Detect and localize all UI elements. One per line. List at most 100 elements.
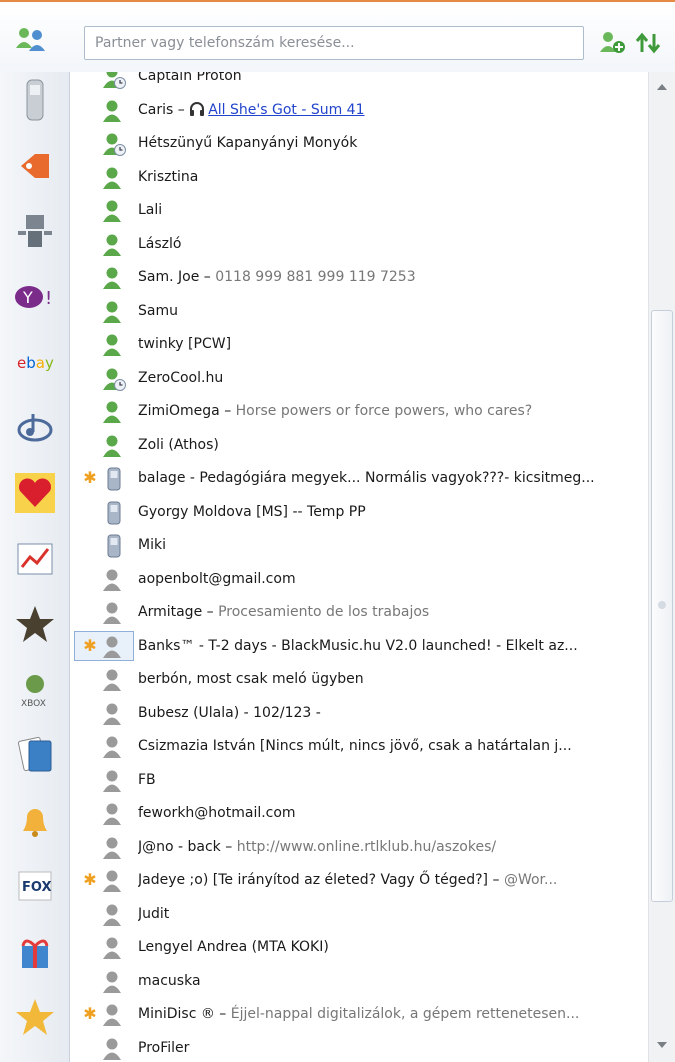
contact-name: Lengyel Andrea (MTA KOKI) (138, 939, 329, 955)
status-message: @Wor... (503, 872, 558, 888)
scrollbar[interactable] (648, 72, 675, 1062)
chart-sidebar-button[interactable] (10, 536, 60, 586)
scroll-up-arrow-icon[interactable] (653, 78, 671, 96)
contact-name: Banks™ - T-2 days - BlackMusic.hu V2.0 l… (138, 637, 578, 654)
robot-sidebar-button[interactable] (10, 208, 60, 258)
contact-row[interactable]: twinky [PCW] (70, 328, 648, 361)
contact-row[interactable]: aopenbolt@gmail.com (70, 563, 648, 596)
online-contact-icon (102, 233, 126, 257)
contact-row[interactable]: Bubesz (Ulala) - 102/123 - (70, 697, 648, 730)
contact-row[interactable]: berbón, most csak meló ügyben (70, 663, 648, 696)
contact-row[interactable]: J@no - back – http://www.online.rtlklub.… (70, 831, 648, 864)
ebay-sidebar-button[interactable]: ebay (10, 339, 60, 389)
contact-name: balage - Pedagógiára megyek... Normális … (138, 470, 595, 486)
contact-row[interactable]: feworkh@hotmail.com (70, 797, 648, 830)
phone-sidebar-button[interactable] (10, 77, 60, 127)
contact-text: Banks™ - T-2 days - BlackMusic.hu V2.0 l… (138, 630, 643, 663)
scroll-thumb[interactable] (651, 310, 673, 902)
contact-row[interactable]: Krisztina (70, 161, 648, 194)
scroll-grip (658, 601, 666, 609)
online-contact-icon (102, 266, 126, 290)
contact-text: Lali (138, 194, 643, 227)
offline-contact-icon (102, 635, 126, 659)
online-contact-icon (102, 199, 126, 223)
bell-sidebar-button[interactable] (10, 798, 60, 848)
contact-text: balage - Pedagógiára megyek... Normális … (138, 462, 643, 495)
offline-contact-icon (102, 1037, 126, 1061)
offline-contact-icon (102, 802, 126, 826)
contacts-icon[interactable] (14, 26, 48, 52)
offline-contact-icon (102, 970, 126, 994)
fox-sidebar-button[interactable]: FOX (10, 863, 60, 913)
cards-sidebar-button[interactable] (10, 732, 60, 782)
gift-sidebar-button[interactable] (10, 929, 60, 979)
contact-name: J@no - back (138, 838, 221, 855)
contact-row[interactable]: Sam. Joe – 0118 999 881 999 119 7253 (70, 261, 648, 294)
contact-row[interactable]: Caris – All She's Got - Sum 41 (70, 94, 648, 127)
svg-text:ebay: ebay (17, 354, 54, 372)
contact-row[interactable]: Miki (70, 529, 648, 562)
contact-name: aopenbolt@gmail.com (138, 570, 296, 587)
contact-name: Caris (138, 101, 174, 118)
offline-contact-icon (102, 735, 126, 759)
shop-tag-sidebar-button[interactable] (10, 143, 60, 193)
yahoo-sidebar-button[interactable]: Y! (10, 274, 60, 324)
contact-row[interactable]: ProFiler (70, 1032, 648, 1062)
status-message: http://www.online.rtlklub.hu/aszokes/ (236, 838, 497, 855)
robot-icon (15, 209, 55, 257)
contact-name: Bubesz (Ulala) - 102/123 - (138, 704, 321, 721)
contact-row[interactable]: ✱ balage - Pedagógiára megyek... Normális… (70, 462, 648, 495)
contact-list: Captain Proton Caris – All She's Got - Su… (70, 72, 648, 1062)
music-sidebar-button[interactable] (10, 405, 60, 455)
contact-row[interactable]: Captain Proton (70, 72, 648, 93)
contact-name: Judit (138, 905, 170, 922)
sidebar: Y! ebay XBOX FOX (0, 72, 70, 1062)
contact-row[interactable]: ✱ Banks™ - T-2 days - BlackMusic.hu V2.0 … (70, 630, 648, 663)
contact-row[interactable]: Judit (70, 898, 648, 931)
star-sidebar-button[interactable] (10, 601, 60, 651)
mobile-contact-icon (102, 534, 126, 558)
contact-row[interactable]: FB (70, 764, 648, 797)
new-status-star-icon: ✱ (83, 468, 97, 487)
contact-name: MiniDisc ® (138, 1006, 215, 1022)
contact-row[interactable]: Armitage – Procesamiento de los trabajos (70, 596, 648, 629)
contact-text: Samu (138, 295, 643, 328)
bell-icon (15, 801, 55, 845)
offline-contact-icon (102, 903, 126, 927)
contact-row[interactable]: Samu (70, 295, 648, 328)
contact-text: Lengyel Andrea (MTA KOKI) (138, 931, 643, 964)
contact-name: Armitage (138, 604, 203, 620)
contact-text: Zoli (Athos) (138, 429, 643, 462)
status-message: 0118 999 881 999 119 7253 (215, 269, 416, 285)
contact-row[interactable]: ✱ MiniDisc ® – Éjjel-nappal digitalizálok… (70, 998, 648, 1031)
svg-text:!: ! (45, 288, 52, 309)
favorite-star-sidebar-button[interactable] (10, 994, 60, 1044)
cards-icon (15, 733, 55, 781)
contact-text: Jadeye ;o) [Te irányítod az életed? Vagy… (138, 864, 643, 897)
sort-button[interactable] (634, 32, 662, 54)
scroll-down-arrow-icon[interactable] (653, 1036, 671, 1054)
xbox-sidebar-button[interactable]: XBOX (10, 667, 60, 717)
contact-row[interactable]: Hétszünyű Kapanyányi Monyók (70, 127, 648, 160)
fox-icon: FOX (15, 866, 55, 910)
heart-sidebar-button[interactable] (10, 470, 60, 520)
contact-name: feworkh@hotmail.com (138, 805, 296, 821)
online-contact-icon (102, 300, 126, 324)
contact-row[interactable]: Gyorgy Moldova [MS] -- Temp PP (70, 496, 648, 529)
contact-row[interactable]: macuska (70, 965, 648, 998)
contact-row[interactable]: ✱ Jadeye ;o) [Te irányítod az életed? Vag… (70, 864, 648, 897)
contact-name: Samu (138, 302, 178, 319)
contact-row[interactable]: Zoli (Athos) (70, 429, 648, 462)
contact-row[interactable]: Csizmazia István [Nincs múlt, nincs jövő… (70, 730, 648, 763)
contact-row[interactable]: ZeroCool.hu (70, 362, 648, 395)
contact-row[interactable]: Lali (70, 194, 648, 227)
contact-row[interactable]: László (70, 228, 648, 261)
search-input[interactable] (84, 26, 584, 60)
contact-text: Csizmazia István [Nincs múlt, nincs jövő… (138, 730, 643, 763)
svg-text:FOX: FOX (22, 880, 52, 895)
contact-text: twinky [PCW] (138, 328, 643, 361)
contact-row[interactable]: ZimiOmega – Horse powers or force powers… (70, 395, 648, 428)
add-contact-button[interactable] (598, 30, 626, 54)
contact-row[interactable]: Lengyel Andrea (MTA KOKI) (70, 931, 648, 964)
now-playing-link[interactable]: All She's Got - Sum 41 (208, 102, 364, 118)
